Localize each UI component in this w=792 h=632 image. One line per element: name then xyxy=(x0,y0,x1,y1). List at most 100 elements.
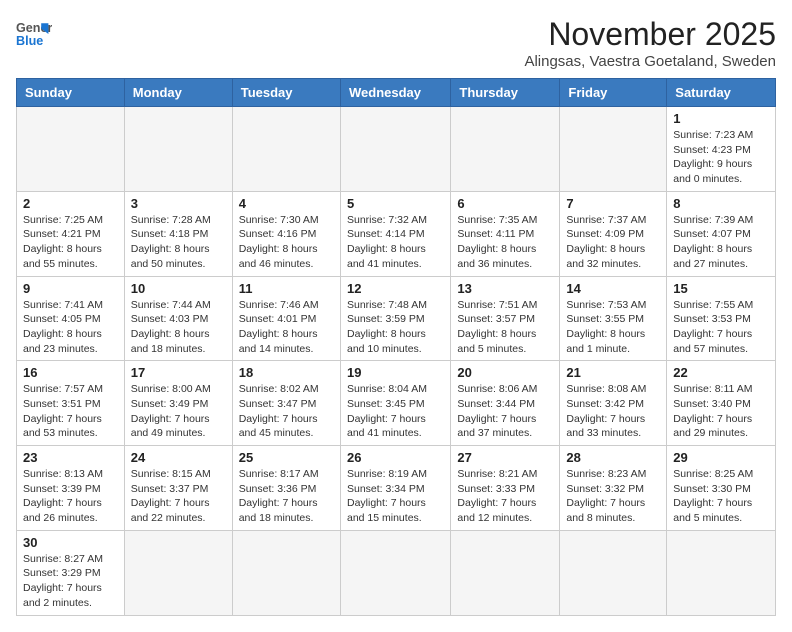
calendar-cell xyxy=(340,107,450,192)
day-info: Sunrise: 7:32 AM Sunset: 4:14 PM Dayligh… xyxy=(347,213,444,272)
calendar-cell: 21 Sunrise: 8:08 AM Sunset: 3:42 PM Dayli… xyxy=(560,361,667,446)
calendar-cell: 13Sunrise: 7:51 AM Sunset: 3:57 PM Dayli… xyxy=(451,276,560,361)
calendar-table: SundayMondayTuesdayWednesdayThursdayFrid… xyxy=(16,78,776,616)
day-number: 7 xyxy=(566,196,660,211)
day-number: 8 xyxy=(673,196,769,211)
day-info: Sunrise: 8:02 AM Sunset: 3:47 PM Dayligh… xyxy=(239,382,334,441)
day-number: 30 xyxy=(23,535,118,550)
day-info: Sunrise: 8:19 AM Sunset: 3:34 PM Dayligh… xyxy=(347,467,444,526)
calendar-cell xyxy=(560,107,667,192)
calendar-cell: 8 Sunrise: 7:39 AM Sunset: 4:07 PM Daylig… xyxy=(667,191,776,276)
week-row-3: 9 Sunrise: 7:41 AM Sunset: 4:05 PM Daylig… xyxy=(17,276,776,361)
day-info: Sunrise: 7:46 AM Sunset: 4:01 PM Dayligh… xyxy=(239,298,334,357)
location-title: Alingsas, Vaestra Goetaland, Sweden xyxy=(524,53,776,70)
calendar-cell: 30 Sunrise: 8:27 AM Sunset: 3:29 PM Dayli… xyxy=(17,530,125,615)
day-number: 6 xyxy=(457,196,553,211)
calendar-cell: 3Sunrise: 7:28 AM Sunset: 4:18 PM Daylig… xyxy=(124,191,232,276)
day-number: 10 xyxy=(131,281,226,296)
calendar-cell: 23 Sunrise: 8:13 AM Sunset: 3:39 PM Dayli… xyxy=(17,446,125,531)
calendar-cell xyxy=(340,530,450,615)
calendar-cell: 14 Sunrise: 7:53 AM Sunset: 3:55 PM Dayli… xyxy=(560,276,667,361)
calendar-cell xyxy=(124,107,232,192)
calendar-cell: 16Sunrise: 7:57 AM Sunset: 3:51 PM Dayli… xyxy=(17,361,125,446)
calendar-cell xyxy=(232,530,340,615)
calendar-cell: 7 Sunrise: 7:37 AM Sunset: 4:09 PM Daylig… xyxy=(560,191,667,276)
day-info: Sunrise: 7:48 AM Sunset: 3:59 PM Dayligh… xyxy=(347,298,444,357)
weekday-header-row: SundayMondayTuesdayWednesdayThursdayFrid… xyxy=(17,79,776,107)
day-number: 5 xyxy=(347,196,444,211)
day-info: Sunrise: 7:23 AM Sunset: 4:23 PM Dayligh… xyxy=(673,128,769,187)
day-info: Sunrise: 8:17 AM Sunset: 3:36 PM Dayligh… xyxy=(239,467,334,526)
day-number: 27 xyxy=(457,450,553,465)
calendar-cell xyxy=(124,530,232,615)
day-number: 26 xyxy=(347,450,444,465)
day-number: 17 xyxy=(131,365,226,380)
calendar-cell: 6 Sunrise: 7:35 AM Sunset: 4:11 PM Daylig… xyxy=(451,191,560,276)
calendar-cell xyxy=(232,107,340,192)
month-title: November 2025 xyxy=(524,16,776,53)
calendar-cell: 25 Sunrise: 8:17 AM Sunset: 3:36 PM Dayli… xyxy=(232,446,340,531)
day-info: Sunrise: 8:08 AM Sunset: 3:42 PM Dayligh… xyxy=(566,382,660,441)
day-number: 11 xyxy=(239,281,334,296)
day-number: 14 xyxy=(566,281,660,296)
weekday-header-tuesday: Tuesday xyxy=(232,79,340,107)
calendar-cell: 15Sunrise: 7:55 AM Sunset: 3:53 PM Dayli… xyxy=(667,276,776,361)
calendar-cell: 26 Sunrise: 8:19 AM Sunset: 3:34 PM Dayli… xyxy=(340,446,450,531)
day-number: 19 xyxy=(347,365,444,380)
page-header: General Blue November 2025 Alingsas, Vae… xyxy=(16,16,776,70)
day-info: Sunrise: 7:53 AM Sunset: 3:55 PM Dayligh… xyxy=(566,298,660,357)
week-row-6: 30 Sunrise: 8:27 AM Sunset: 3:29 PM Dayli… xyxy=(17,530,776,615)
calendar-cell xyxy=(451,530,560,615)
week-row-5: 23 Sunrise: 8:13 AM Sunset: 3:39 PM Dayli… xyxy=(17,446,776,531)
day-info: Sunrise: 8:25 AM Sunset: 3:30 PM Dayligh… xyxy=(673,467,769,526)
day-info: Sunrise: 7:30 AM Sunset: 4:16 PM Dayligh… xyxy=(239,213,334,272)
day-number: 24 xyxy=(131,450,226,465)
day-info: Sunrise: 8:13 AM Sunset: 3:39 PM Dayligh… xyxy=(23,467,118,526)
calendar-cell: 19Sunrise: 8:04 AM Sunset: 3:45 PM Dayli… xyxy=(340,361,450,446)
calendar-cell: 17 Sunrise: 8:00 AM Sunset: 3:49 PM Dayli… xyxy=(124,361,232,446)
calendar-cell: 4 Sunrise: 7:30 AM Sunset: 4:16 PM Daylig… xyxy=(232,191,340,276)
weekday-header-monday: Monday xyxy=(124,79,232,107)
day-info: Sunrise: 8:00 AM Sunset: 3:49 PM Dayligh… xyxy=(131,382,226,441)
day-number: 23 xyxy=(23,450,118,465)
weekday-header-friday: Friday xyxy=(560,79,667,107)
day-number: 2 xyxy=(23,196,118,211)
day-number: 13 xyxy=(457,281,553,296)
calendar-cell xyxy=(667,530,776,615)
day-info: Sunrise: 7:41 AM Sunset: 4:05 PM Dayligh… xyxy=(23,298,118,357)
calendar-cell: 5 Sunrise: 7:32 AM Sunset: 4:14 PM Daylig… xyxy=(340,191,450,276)
generalblue-logo-icon: General Blue xyxy=(16,16,52,52)
day-info: Sunrise: 7:44 AM Sunset: 4:03 PM Dayligh… xyxy=(131,298,226,357)
day-number: 18 xyxy=(239,365,334,380)
calendar-cell: 24Sunrise: 8:15 AM Sunset: 3:37 PM Dayli… xyxy=(124,446,232,531)
day-number: 16 xyxy=(23,365,118,380)
day-number: 29 xyxy=(673,450,769,465)
logo: General Blue xyxy=(16,16,52,52)
day-number: 21 xyxy=(566,365,660,380)
day-info: Sunrise: 8:27 AM Sunset: 3:29 PM Dayligh… xyxy=(23,552,118,611)
day-info: Sunrise: 8:23 AM Sunset: 3:32 PM Dayligh… xyxy=(566,467,660,526)
day-number: 22 xyxy=(673,365,769,380)
day-info: Sunrise: 7:25 AM Sunset: 4:21 PM Dayligh… xyxy=(23,213,118,272)
day-info: Sunrise: 7:35 AM Sunset: 4:11 PM Dayligh… xyxy=(457,213,553,272)
day-info: Sunrise: 7:55 AM Sunset: 3:53 PM Dayligh… xyxy=(673,298,769,357)
title-block: November 2025 Alingsas, Vaestra Goetalan… xyxy=(524,16,776,70)
day-info: Sunrise: 8:11 AM Sunset: 3:40 PM Dayligh… xyxy=(673,382,769,441)
day-info: Sunrise: 7:28 AM Sunset: 4:18 PM Dayligh… xyxy=(131,213,226,272)
calendar-cell: 20Sunrise: 8:06 AM Sunset: 3:44 PM Dayli… xyxy=(451,361,560,446)
svg-text:Blue: Blue xyxy=(16,34,43,48)
day-info: Sunrise: 7:37 AM Sunset: 4:09 PM Dayligh… xyxy=(566,213,660,272)
calendar-cell: 18 Sunrise: 8:02 AM Sunset: 3:47 PM Dayli… xyxy=(232,361,340,446)
day-number: 9 xyxy=(23,281,118,296)
day-number: 4 xyxy=(239,196,334,211)
day-number: 20 xyxy=(457,365,553,380)
day-info: Sunrise: 7:39 AM Sunset: 4:07 PM Dayligh… xyxy=(673,213,769,272)
weekday-header-saturday: Saturday xyxy=(667,79,776,107)
weekday-header-sunday: Sunday xyxy=(17,79,125,107)
calendar-cell: 1 Sunrise: 7:23 AM Sunset: 4:23 PM Daylig… xyxy=(667,107,776,192)
calendar-cell: 12Sunrise: 7:48 AM Sunset: 3:59 PM Dayli… xyxy=(340,276,450,361)
day-info: Sunrise: 8:21 AM Sunset: 3:33 PM Dayligh… xyxy=(457,467,553,526)
day-number: 1 xyxy=(673,111,769,126)
day-number: 25 xyxy=(239,450,334,465)
calendar-cell: 10 Sunrise: 7:44 AM Sunset: 4:03 PM Dayli… xyxy=(124,276,232,361)
